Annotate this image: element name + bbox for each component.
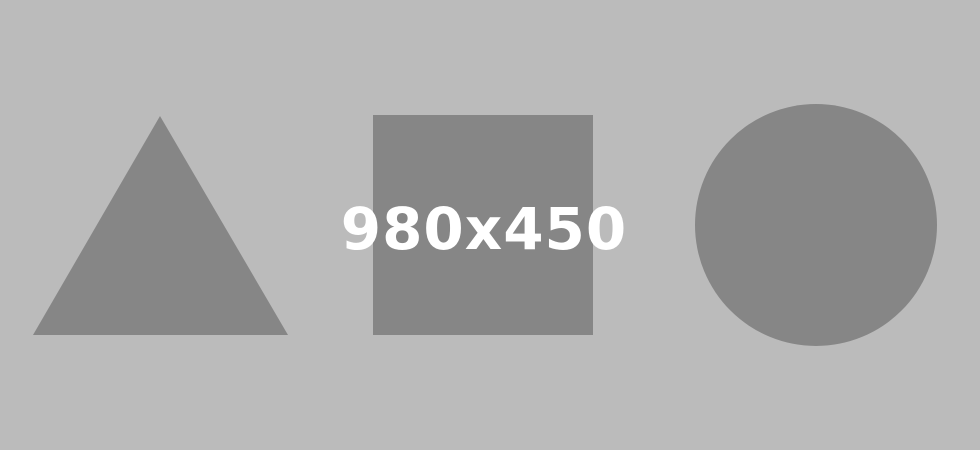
dimensions-label: 980x450	[341, 195, 628, 263]
placeholder-canvas: 980x450	[0, 0, 980, 450]
circle-shape	[695, 104, 937, 346]
